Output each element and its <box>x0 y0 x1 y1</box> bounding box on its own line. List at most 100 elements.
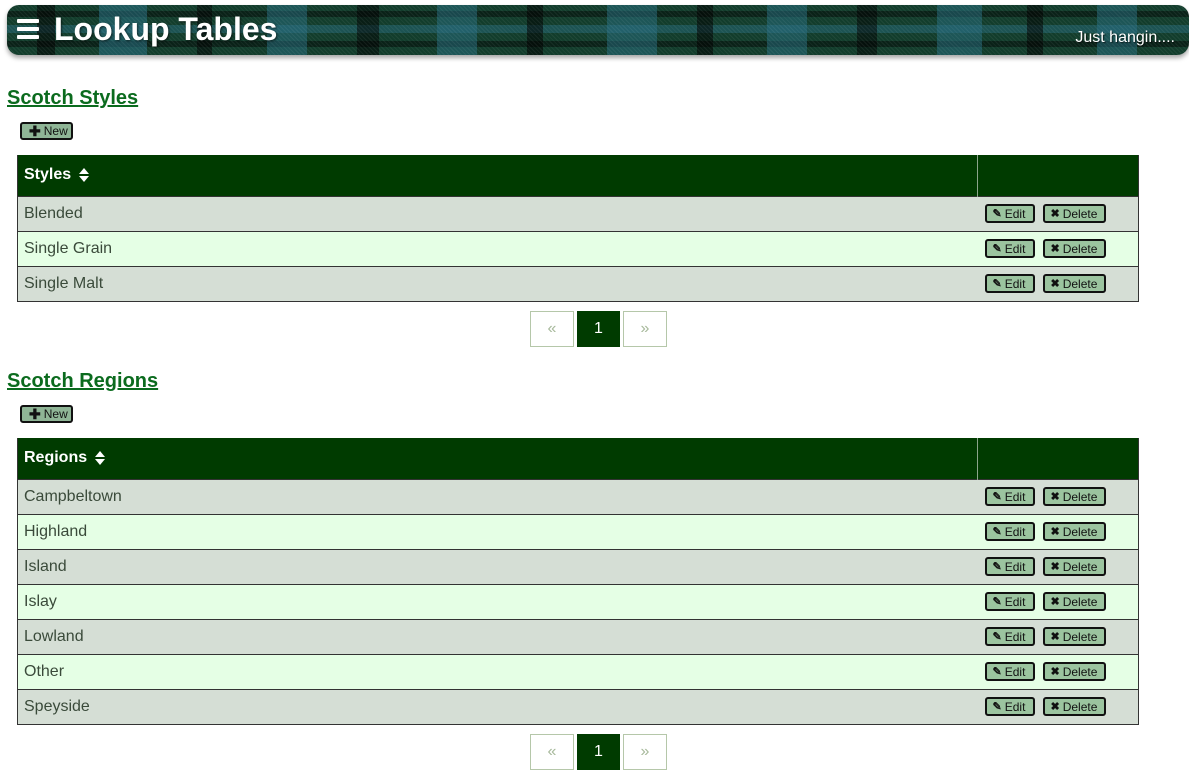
pagination-prev-button[interactable]: « <box>530 311 574 347</box>
close-icon: ✖ <box>1050 278 1060 290</box>
delete-button-label: Delete <box>1062 559 1098 574</box>
close-icon: ✖ <box>1050 631 1060 643</box>
close-icon: ✖ <box>1050 561 1060 573</box>
close-icon: ✖ <box>1050 666 1060 678</box>
row-name-cell: Islay <box>17 583 978 619</box>
column-header-styles[interactable]: Styles <box>17 155 978 196</box>
edit-button[interactable]: ✎ Edit <box>984 627 1035 646</box>
header-tagline: Just hangin.... <box>1075 29 1175 46</box>
pencil-icon: ✎ <box>992 208 1002 220</box>
delete-button[interactable]: ✖ Delete <box>1042 592 1106 611</box>
pencil-icon: ✎ <box>992 243 1002 255</box>
section-title-styles[interactable]: Scotch Styles <box>7 86 138 110</box>
new-button-label: New <box>43 124 68 138</box>
edit-button-label: Edit <box>1004 629 1026 644</box>
row-name-cell: Single Grain <box>17 230 978 266</box>
close-icon: ✖ <box>1050 208 1060 220</box>
edit-button-label: Edit <box>1004 594 1026 609</box>
new-region-button[interactable]: ✚ New <box>20 405 73 423</box>
page-title: Lookup Tables <box>54 11 278 47</box>
pagination-next-button[interactable]: » <box>623 734 667 770</box>
edit-button[interactable]: ✎ Edit <box>984 274 1035 293</box>
column-header-actions <box>977 438 1139 479</box>
pencil-icon: ✎ <box>992 666 1002 678</box>
pagination-next-button[interactable]: » <box>623 311 667 347</box>
edit-button[interactable]: ✎ Edit <box>984 204 1035 223</box>
delete-button[interactable]: ✖ Delete <box>1042 627 1106 646</box>
edit-button[interactable]: ✎ Edit <box>984 662 1035 681</box>
edit-button-label: Edit <box>1004 699 1026 714</box>
section-title-regions[interactable]: Scotch Regions <box>7 369 158 393</box>
table-row: Highland ✎ Edit ✖ Delete <box>17 513 1139 549</box>
column-header-regions[interactable]: Regions <box>17 438 978 479</box>
new-style-button[interactable]: ✚ New <box>20 122 73 140</box>
column-header-label: Regions <box>24 449 88 467</box>
delete-button-label: Delete <box>1062 629 1098 644</box>
sort-icon <box>94 451 105 466</box>
delete-button[interactable]: ✖ Delete <box>1042 557 1106 576</box>
table-row: Single Grain ✎ Edit ✖ Delete <box>17 230 1139 266</box>
edit-button-label: Edit <box>1004 206 1026 221</box>
row-name-cell: Island <box>17 548 978 584</box>
row-actions-cell: ✎ Edit ✖ Delete <box>977 653 1139 689</box>
regions-table: Regions Campbeltown ✎ Edit ✖ Delete Highland ✎… <box>17 438 1139 725</box>
edit-button[interactable]: ✎ Edit <box>984 239 1035 258</box>
delete-button-label: Delete <box>1062 524 1098 539</box>
row-name-cell: Blended <box>17 195 978 231</box>
table-row: Blended ✎ Edit ✖ Delete <box>17 195 1139 231</box>
row-name-cell: Speyside <box>17 688 978 724</box>
delete-button[interactable]: ✖ Delete <box>1042 522 1106 541</box>
close-icon: ✖ <box>1050 701 1060 713</box>
edit-button[interactable]: ✎ Edit <box>984 557 1035 576</box>
styles-section: Scotch Styles ✚ New Styles Blended ✎ Edit ✖… <box>0 86 1189 348</box>
regions-table-body: Campbeltown ✎ Edit ✖ Delete Highland ✎ Edit ✖ Del… <box>17 478 1139 724</box>
edit-button[interactable]: ✎ Edit <box>984 697 1035 716</box>
pencil-icon: ✎ <box>992 596 1002 608</box>
pagination-page-button[interactable]: 1 <box>577 311 620 347</box>
edit-button[interactable]: ✎ Edit <box>984 592 1035 611</box>
delete-button[interactable]: ✖ Delete <box>1042 239 1106 258</box>
pencil-icon: ✎ <box>992 526 1002 538</box>
plus-icon: ✚ <box>29 123 41 139</box>
column-header-actions <box>977 155 1139 196</box>
edit-button[interactable]: ✎ Edit <box>984 487 1035 506</box>
styles-pagination: « 1 » <box>530 311 667 347</box>
pencil-icon: ✎ <box>992 491 1002 503</box>
pagination-page-button[interactable]: 1 <box>577 734 620 770</box>
pencil-icon: ✎ <box>992 631 1002 643</box>
table-row: Single Malt ✎ Edit ✖ Delete <box>17 265 1139 301</box>
table-row: Lowland ✎ Edit ✖ Delete <box>17 618 1139 654</box>
sort-icon <box>78 168 89 183</box>
row-name-cell: Campbeltown <box>17 478 978 514</box>
delete-button-label: Delete <box>1062 664 1098 679</box>
row-actions-cell: ✎ Edit ✖ Delete <box>977 548 1139 584</box>
row-actions-cell: ✎ Edit ✖ Delete <box>977 195 1139 231</box>
new-button-label: New <box>43 407 68 421</box>
edit-button-label: Edit <box>1004 489 1026 504</box>
edit-button-label: Edit <box>1004 524 1026 539</box>
edit-button[interactable]: ✎ Edit <box>984 522 1035 541</box>
pencil-icon: ✎ <box>992 561 1002 573</box>
pencil-icon: ✎ <box>992 701 1002 713</box>
delete-button[interactable]: ✖ Delete <box>1042 697 1106 716</box>
row-actions-cell: ✎ Edit ✖ Delete <box>977 478 1139 514</box>
edit-button-label: Edit <box>1004 664 1026 679</box>
row-name-cell: Other <box>17 653 978 689</box>
styles-table: Styles Blended ✎ Edit ✖ Delete Single Grain ✎ E… <box>17 155 1139 302</box>
delete-button[interactable]: ✖ Delete <box>1042 487 1106 506</box>
table-row: Other ✎ Edit ✖ Delete <box>17 653 1139 689</box>
delete-button[interactable]: ✖ Delete <box>1042 274 1106 293</box>
table-header-row: Regions <box>17 438 1139 479</box>
edit-button-label: Edit <box>1004 559 1026 574</box>
app-header: Lookup Tables Just hangin.... <box>7 5 1189 55</box>
delete-button[interactable]: ✖ Delete <box>1042 662 1106 681</box>
delete-button-label: Delete <box>1062 276 1098 291</box>
hamburger-menu-icon[interactable] <box>17 19 39 39</box>
delete-button-label: Delete <box>1062 489 1098 504</box>
table-row: Island ✎ Edit ✖ Delete <box>17 548 1139 584</box>
delete-button-label: Delete <box>1062 699 1098 714</box>
styles-table-body: Blended ✎ Edit ✖ Delete Single Grain ✎ Edit ✖ Del… <box>17 195 1139 301</box>
row-actions-cell: ✎ Edit ✖ Delete <box>977 513 1139 549</box>
pagination-prev-button[interactable]: « <box>530 734 574 770</box>
delete-button[interactable]: ✖ Delete <box>1042 204 1106 223</box>
